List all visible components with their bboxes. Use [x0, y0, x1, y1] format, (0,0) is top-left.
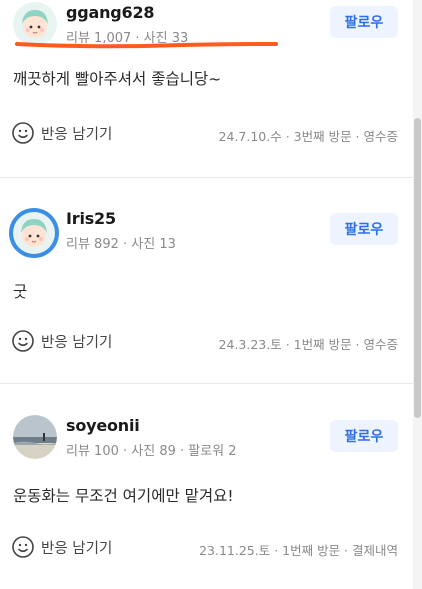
username[interactable]: soyeonii: [66, 416, 140, 435]
username[interactable]: ggang628: [66, 3, 155, 22]
review-divider: [0, 383, 413, 384]
review-text: 운동화는 무조건 여기에만 맡겨요!: [13, 487, 234, 505]
mint-hair-character-blue-frame-icon: [9, 208, 59, 258]
user-avatar[interactable]: [13, 415, 57, 459]
smiley-icon: [12, 122, 34, 144]
visit-info: 23.11.25.토 · 1번째 방문 · 결제내역: [199, 543, 398, 558]
review-divider: [0, 177, 413, 178]
scrollbar-track[interactable]: [413, 0, 422, 589]
react-button[interactable]: 반응 남기기: [11, 328, 112, 354]
user-stats: 리뷰 892 · 사진 13: [66, 237, 176, 252]
react-button[interactable]: 반응 남기기: [11, 120, 112, 146]
react-button[interactable]: 반응 남기기: [11, 534, 112, 560]
smiley-icon: [12, 536, 34, 558]
visit-info: 24.3.23.토 · 1번째 방문 · 영수증: [218, 337, 398, 352]
review-text: 굿: [13, 283, 28, 301]
orange-underline-annotation: [15, 42, 278, 49]
follow-button[interactable]: 팔로우: [330, 213, 398, 245]
beach-photo-icon: [13, 415, 57, 459]
user-stats: 리뷰 100 · 사진 89 · 팔로워 2: [66, 444, 237, 459]
scrollbar-thumb[interactable]: [414, 118, 421, 418]
react-label: 반응 남기기: [41, 540, 113, 557]
follow-button[interactable]: 팔로우: [330, 6, 398, 38]
react-label: 반응 남기기: [41, 334, 113, 351]
user-avatar[interactable]: [8, 207, 60, 259]
visit-info: 24.7.10.수 · 3번째 방문 · 영수증: [218, 129, 398, 144]
review-text: 깨끗하게 빨아주셔서 좋습니당~: [13, 70, 222, 88]
react-label: 반응 남기기: [41, 126, 113, 143]
username[interactable]: Iris25: [66, 209, 116, 228]
smiley-icon: [12, 330, 34, 352]
follow-button[interactable]: 팔로우: [330, 420, 398, 452]
